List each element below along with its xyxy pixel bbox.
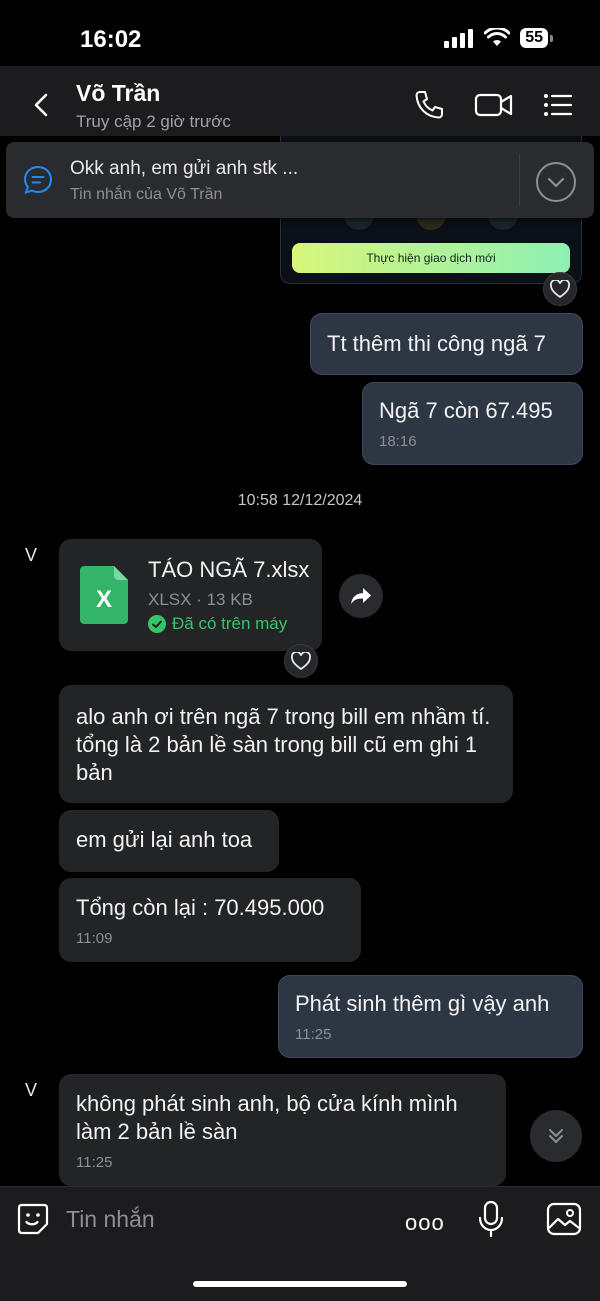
heart-icon bbox=[291, 652, 311, 670]
signal-icon bbox=[444, 29, 474, 48]
react-heart-button[interactable] bbox=[284, 644, 318, 678]
share-arrow-icon bbox=[351, 588, 371, 604]
voice-record-button[interactable] bbox=[478, 1200, 504, 1243]
pinned-message-source: Tin nhắn của Võ Trần bbox=[70, 186, 223, 203]
excel-file-icon: X bbox=[80, 566, 128, 624]
video-icon bbox=[474, 93, 513, 117]
incoming-message[interactable]: alo anh ơi trên ngã 7 trong bill em nhầm… bbox=[59, 685, 513, 803]
message-time: 18:16 bbox=[379, 433, 417, 450]
pinned-message-text: Okk anh, em gửi anh stk ... bbox=[70, 158, 299, 179]
outgoing-message[interactable]: Tt thêm thi công ngã 7 bbox=[310, 313, 583, 375]
gallery-button[interactable] bbox=[546, 1202, 582, 1241]
message-text: Ngã 7 còn 67.495 bbox=[379, 398, 553, 423]
new-transaction-button: Thực hiện giao dịch mới bbox=[292, 243, 570, 273]
status-icons: 55 bbox=[444, 28, 553, 48]
file-status: Đã có trên máy bbox=[148, 614, 287, 634]
excel-icon-letter: X bbox=[95, 586, 112, 613]
outgoing-message[interactable]: Phát sinh thêm gì vậy anh 11:25 bbox=[278, 975, 583, 1058]
react-heart-button[interactable] bbox=[543, 272, 577, 306]
message-time: 11:09 bbox=[76, 930, 113, 947]
microphone-icon bbox=[478, 1200, 504, 1238]
divider bbox=[519, 154, 520, 206]
more-options-button[interactable]: ooo bbox=[405, 1210, 445, 1236]
expand-pinned-button[interactable] bbox=[536, 162, 576, 202]
date-separator: 10:58 12/12/2024 bbox=[237, 492, 363, 509]
chat-bubble-icon bbox=[23, 165, 53, 195]
call-button[interactable] bbox=[412, 88, 446, 122]
file-meta: XLSX · 13 KB bbox=[148, 590, 253, 609]
outgoing-message[interactable]: Ngã 7 còn 67.495 18:16 bbox=[362, 382, 583, 465]
message-input[interactable]: Tin nhắn bbox=[66, 1206, 155, 1233]
wifi-icon bbox=[484, 28, 511, 46]
avatar[interactable]: V bbox=[25, 545, 37, 566]
back-button[interactable] bbox=[28, 90, 58, 120]
image-icon bbox=[546, 1202, 582, 1236]
home-indicator bbox=[193, 1281, 407, 1287]
sticker-button[interactable] bbox=[16, 1202, 50, 1241]
message-time: 11:25 bbox=[295, 1026, 332, 1043]
chevron-left-icon bbox=[34, 93, 48, 117]
heart-icon bbox=[550, 280, 570, 298]
scroll-to-bottom-button[interactable] bbox=[530, 1110, 582, 1162]
check-circle-icon bbox=[148, 615, 166, 633]
status-time: 16:02 bbox=[80, 26, 142, 53]
file-name: TÁO NGÃ 7.xlsx bbox=[148, 557, 310, 582]
message-text: Tổng còn lại : 70.495.000 bbox=[76, 895, 325, 920]
forward-button[interactable] bbox=[339, 574, 383, 618]
message-text: không phát sinh anh, bộ cửa kính mình là… bbox=[76, 1091, 458, 1144]
contact-status: Truy cập 2 giờ trước bbox=[76, 112, 231, 131]
contact-name[interactable]: Võ Trần bbox=[76, 80, 160, 107]
message-text: alo anh ơi trên ngã 7 trong bill em nhầm… bbox=[76, 704, 491, 785]
chevron-down-icon bbox=[547, 177, 565, 188]
sticker-smiley-icon bbox=[17, 1203, 49, 1235]
message-text: em gửi lại anh toa bbox=[76, 827, 253, 852]
message-text: Phát sinh thêm gì vậy anh bbox=[295, 991, 550, 1016]
incoming-message[interactable]: em gửi lại anh toa bbox=[59, 810, 279, 872]
avatar[interactable]: V bbox=[25, 1080, 37, 1101]
incoming-message[interactable]: không phát sinh anh, bộ cửa kính mình là… bbox=[59, 1074, 506, 1186]
battery-indicator: 55 bbox=[520, 28, 553, 48]
incoming-message[interactable]: Tổng còn lại : 70.495.000 11:09 bbox=[59, 878, 361, 962]
list-menu-icon bbox=[544, 94, 573, 116]
video-call-button[interactable] bbox=[474, 88, 514, 122]
pinned-message-banner[interactable] bbox=[6, 142, 594, 218]
menu-button[interactable] bbox=[540, 88, 574, 122]
double-chevron-down-icon bbox=[549, 1129, 563, 1143]
file-status-text: Đã có trên máy bbox=[172, 614, 288, 633]
message-text: Tt thêm thi công ngã 7 bbox=[327, 331, 546, 356]
phone-icon bbox=[415, 91, 443, 119]
message-time: 11:25 bbox=[76, 1154, 113, 1171]
